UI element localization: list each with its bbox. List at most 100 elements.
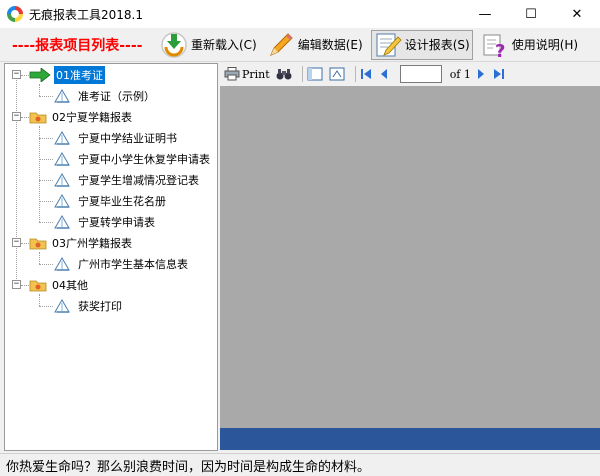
- report-list-title: ----报表项目列表----: [12, 37, 143, 54]
- tree-item[interactable]: 获奖打印: [53, 297, 124, 315]
- report-doc-icon: [54, 299, 70, 313]
- tree-connector: [39, 96, 53, 97]
- tree-branch-line: [39, 84, 40, 96]
- tree-connector: [21, 117, 29, 118]
- page-setup-button[interactable]: [307, 65, 323, 83]
- page-count-label: of 1: [449, 67, 471, 81]
- report-doc-icon: [54, 89, 70, 103]
- expander-g3[interactable]: −: [12, 238, 21, 247]
- help-button[interactable]: ? 使用说明(H): [479, 30, 580, 60]
- tree-item[interactable]: 宁夏毕业生花名册: [53, 192, 168, 210]
- tree-item-label: 准考证（示例）: [78, 90, 155, 103]
- folder-icon: [29, 112, 47, 124]
- last-page-button[interactable]: [493, 65, 505, 83]
- tree-group-3-label: 03广州学籍报表: [52, 237, 132, 250]
- tree-connector: [21, 285, 29, 286]
- folder-icon: [29, 280, 47, 292]
- tree-group-4-label: 04其他: [52, 279, 88, 292]
- next-page-button[interactable]: [475, 65, 487, 83]
- tree-item[interactable]: 宁夏转学申请表: [53, 213, 157, 231]
- binoculars-icon: [276, 69, 292, 80]
- prev-page-button[interactable]: [378, 65, 390, 83]
- tree-group-1[interactable]: 01准考证: [29, 66, 105, 84]
- tree-item-label: 广州市学生基本信息表: [78, 258, 188, 271]
- report-doc-icon: [54, 152, 70, 166]
- tree-group-4[interactable]: 04其他: [29, 276, 90, 294]
- report-viewer-canvas[interactable]: [220, 86, 600, 428]
- green-arrow-icon: [29, 68, 51, 82]
- status-bar: 你热爱生命吗？那么别浪费时间，因为时间是构成生命的材料。: [0, 453, 600, 476]
- tree-item[interactable]: 宁夏中学结业证明书: [53, 129, 179, 147]
- tree-connector: [21, 243, 29, 244]
- reload-label: 重新载入(C): [191, 38, 257, 52]
- maximize-button[interactable]: ☐: [508, 0, 554, 28]
- help-icon: ?: [483, 34, 505, 59]
- report-doc-icon: [54, 131, 70, 145]
- export-icon: [329, 67, 345, 81]
- expander-g4[interactable]: −: [12, 280, 21, 289]
- report-doc-icon: [54, 194, 70, 208]
- print-button[interactable]: Print: [224, 65, 270, 83]
- tree-connector: [39, 138, 53, 139]
- tree-group-1-label: 01准考证: [54, 66, 105, 84]
- page-number-input[interactable]: [399, 65, 442, 83]
- toolbar-separator: [301, 66, 303, 82]
- report-doc-icon: [54, 215, 70, 229]
- tree-item-label: 宁夏毕业生花名册: [78, 195, 166, 208]
- tree-trunk-line: [16, 76, 17, 287]
- viewer-toolbar: Print of 1: [220, 63, 600, 85]
- last-page-icon: [493, 69, 504, 79]
- tree-connector: [39, 264, 53, 265]
- prev-page-icon: [380, 69, 387, 79]
- expander-g1[interactable]: −: [12, 70, 21, 79]
- edit-data-button[interactable]: 编辑数据(E): [265, 30, 365, 60]
- tree-item[interactable]: 宁夏学生增减情况登记表: [53, 171, 201, 189]
- tree-item[interactable]: 准考证（示例）: [53, 87, 157, 105]
- close-button[interactable]: ✕: [554, 0, 600, 28]
- app-icon: [7, 6, 23, 22]
- printer-icon: [224, 67, 240, 81]
- window-title: 无痕报表工具2018.1: [29, 7, 143, 22]
- first-page-button[interactable]: [360, 65, 372, 83]
- folder-icon: [29, 238, 47, 250]
- export-button[interactable]: [329, 65, 345, 83]
- tree-connector: [39, 180, 53, 181]
- design-report-button[interactable]: 设计报表(S): [370, 29, 473, 60]
- main-toolbar: ----报表项目列表---- 重新载入(C) 编辑数据(E) 设计报表(S) ?…: [0, 28, 600, 62]
- tree-branch-line: [39, 252, 40, 264]
- tree-item-label: 宁夏中小学生休复学申请表: [78, 153, 210, 166]
- design-report-label: 设计报表(S): [404, 38, 470, 52]
- tree-item-label: 宁夏转学申请表: [78, 216, 155, 229]
- report-doc-icon: [54, 173, 70, 187]
- minimize-button[interactable]: —: [462, 0, 508, 28]
- report-tree[interactable]: − − − − 01准考证 准考证（示例） 02宁夏学籍报表 宁夏中学结业证明书…: [4, 63, 218, 451]
- expander-g2[interactable]: −: [12, 112, 21, 121]
- tree-connector: [39, 201, 53, 202]
- tree-connector: [21, 75, 29, 76]
- edit-data-label: 编辑数据(E): [297, 38, 363, 52]
- next-page-icon: [477, 69, 484, 79]
- help-label: 使用说明(H): [511, 38, 579, 52]
- window-controls: — ☐ ✕: [462, 0, 600, 28]
- tree-item-label: 宁夏中学结业证明书: [78, 132, 177, 145]
- toolbar-separator: [354, 66, 356, 82]
- tree-item[interactable]: 宁夏中小学生休复学申请表: [53, 150, 212, 168]
- pencil-icon: [269, 32, 293, 56]
- report-doc-icon: [54, 257, 70, 271]
- status-text: 你热爱生命吗？那么别浪费时间，因为时间是构成生命的材料。: [6, 459, 371, 475]
- tree-item-label: 获奖打印: [78, 300, 122, 313]
- tree-group-2-label: 02宁夏学籍报表: [52, 111, 132, 124]
- page-setup-icon: [307, 67, 323, 81]
- svg-text:?: ?: [495, 41, 505, 59]
- tree-item-label: 宁夏学生增减情况登记表: [78, 174, 199, 187]
- title-bar: 无痕报表工具2018.1 — ☐ ✕: [0, 0, 600, 28]
- tree-branch-line: [39, 126, 40, 222]
- print-label: Print: [242, 67, 270, 81]
- find-button[interactable]: [276, 65, 292, 83]
- tree-item[interactable]: 广州市学生基本信息表: [53, 255, 190, 273]
- tree-connector: [39, 222, 53, 223]
- tree-group-2[interactable]: 02宁夏学籍报表: [29, 108, 134, 126]
- first-page-icon: [360, 69, 371, 79]
- reload-button[interactable]: 重新载入(C): [158, 30, 259, 60]
- tree-group-3[interactable]: 03广州学籍报表: [29, 234, 134, 252]
